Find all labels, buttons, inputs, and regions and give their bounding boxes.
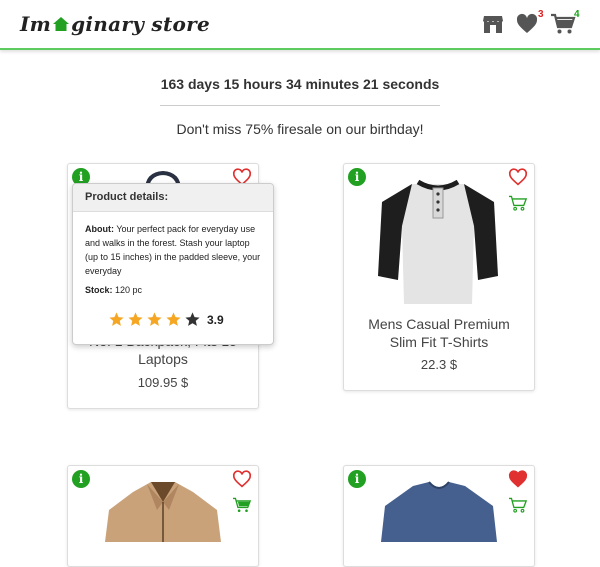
product-price: 22.3 $	[420, 357, 458, 372]
logo-text-suffix: ginary store	[71, 12, 211, 36]
rating-value: 3.9	[207, 312, 224, 327]
house-icon	[53, 17, 70, 31]
heart-filled-icon[interactable]	[508, 470, 528, 488]
heart-icon[interactable]	[515, 12, 539, 36]
details-about: About: Your perfect pack for everyday us…	[85, 222, 261, 278]
store-icon[interactable]	[481, 12, 505, 36]
add-to-cart-icon[interactable]	[232, 496, 252, 514]
heart-outline-icon[interactable]	[232, 470, 252, 488]
product-card[interactable]: i Mens Casual Premium Slim Fit T-Shirts …	[343, 163, 535, 391]
rating-stars: 3.9	[108, 311, 224, 328]
add-to-cart-icon[interactable]	[508, 496, 528, 514]
stock-label: Stock:	[85, 285, 113, 295]
star-filled-icon	[128, 312, 143, 326]
info-icon[interactable]: i	[348, 470, 366, 488]
details-body: About: Your perfect pack for everyday us…	[73, 212, 273, 297]
stock-value: 120 pc	[112, 285, 143, 295]
star-filled-icon	[109, 312, 124, 326]
sale-countdown: 163 days 15 hours 34 minutes 21 seconds	[160, 76, 440, 92]
product-name-line-1: Mens Casual Premium	[368, 316, 510, 332]
top-navbar: Im ginary store 3 4	[0, 0, 600, 50]
favorites-count-badge: 3	[538, 9, 544, 20]
logo-text-prefix: Im	[20, 12, 52, 36]
product-name-line-2: Slim Fit T-Shirts	[389, 334, 489, 350]
product-price: 109.95 $	[137, 375, 189, 390]
details-title: Product details:	[73, 184, 273, 212]
cart-count-badge: 4	[574, 9, 580, 20]
promo-text: Don't miss 75% firesale on our birthday!	[176, 121, 424, 137]
product-name-line-2: Laptops	[138, 351, 188, 367]
store-logo[interactable]: Im ginary store	[20, 12, 210, 36]
blue-shirt-image	[381, 481, 497, 542]
add-to-cart-icon[interactable]	[508, 194, 528, 212]
star-filled-icon	[147, 312, 162, 326]
star-filled-icon	[166, 312, 181, 326]
info-icon[interactable]: i	[72, 470, 90, 488]
about-label: About:	[85, 224, 114, 234]
tshirt-image	[378, 179, 498, 304]
product-card[interactable]: i	[67, 465, 259, 567]
jacket-image	[105, 482, 221, 542]
product-card[interactable]: i	[343, 465, 535, 567]
banner-divider	[160, 105, 440, 106]
info-icon[interactable]: i	[348, 168, 366, 186]
details-stock: Stock: 120 pc	[85, 283, 261, 297]
product-details-popover: Product details: About: Your perfect pac…	[72, 183, 274, 345]
heart-outline-icon[interactable]	[508, 168, 528, 186]
star-empty-icon	[185, 312, 200, 326]
cart-icon[interactable]	[550, 12, 576, 36]
